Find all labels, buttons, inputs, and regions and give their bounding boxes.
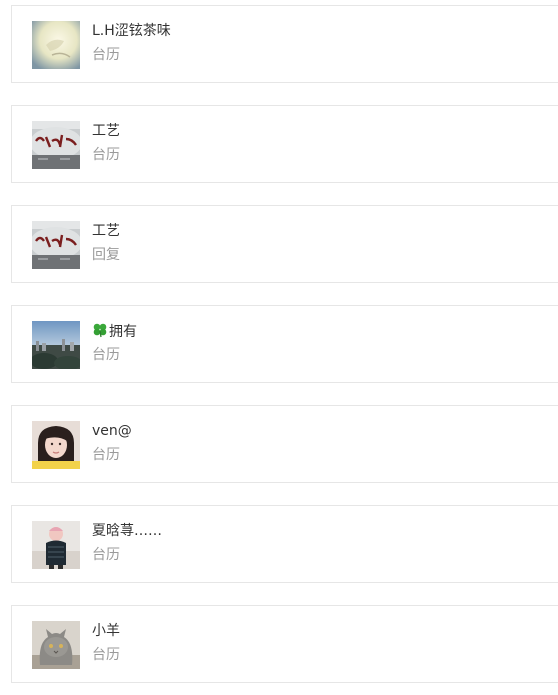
avatar[interactable] bbox=[32, 21, 80, 69]
item-subtitle: 回复 bbox=[92, 247, 120, 263]
avatar[interactable] bbox=[32, 621, 80, 669]
list-item[interactable]: 工艺 台历 bbox=[11, 105, 558, 183]
item-name: 工艺 bbox=[92, 223, 120, 239]
item-subtitle: 台历 bbox=[92, 547, 120, 563]
item-subtitle: 台历 bbox=[92, 647, 120, 663]
item-name: 小羊 bbox=[92, 623, 120, 639]
avatar[interactable] bbox=[32, 221, 80, 269]
clover-icon bbox=[92, 322, 108, 343]
list-item[interactable]: 小羊 台历 bbox=[11, 605, 558, 683]
item-name: 工艺 bbox=[92, 123, 120, 139]
list-item[interactable]: ven@ 台历 bbox=[11, 405, 558, 483]
list-item[interactable]: 夏晗荨…… 台历 bbox=[11, 505, 558, 583]
item-subtitle: 台历 bbox=[92, 347, 120, 363]
item-name: L.H涩铉茶味 bbox=[92, 23, 171, 39]
item-name-text: 拥有 bbox=[109, 324, 137, 340]
item-subtitle: 台历 bbox=[92, 147, 120, 163]
item-name: 拥有 bbox=[92, 322, 137, 343]
avatar[interactable] bbox=[32, 521, 80, 569]
avatar[interactable] bbox=[32, 121, 80, 169]
list-item[interactable]: L.H涩铉茶味 台历 bbox=[11, 5, 558, 83]
list-item[interactable]: 工艺 回复 bbox=[11, 205, 558, 283]
item-subtitle: 台历 bbox=[92, 47, 120, 63]
avatar[interactable] bbox=[32, 321, 80, 369]
item-subtitle: 台历 bbox=[92, 447, 120, 463]
avatar[interactable] bbox=[32, 421, 80, 469]
contact-list: L.H涩铉茶味 台历 工艺 台历 工艺 回复 拥有 台历 ven@ 台历 夏晗荨… bbox=[0, 0, 558, 695]
list-item[interactable]: 拥有 台历 bbox=[11, 305, 558, 383]
item-name: ven@ bbox=[92, 423, 132, 439]
item-name: 夏晗荨…… bbox=[92, 523, 162, 539]
